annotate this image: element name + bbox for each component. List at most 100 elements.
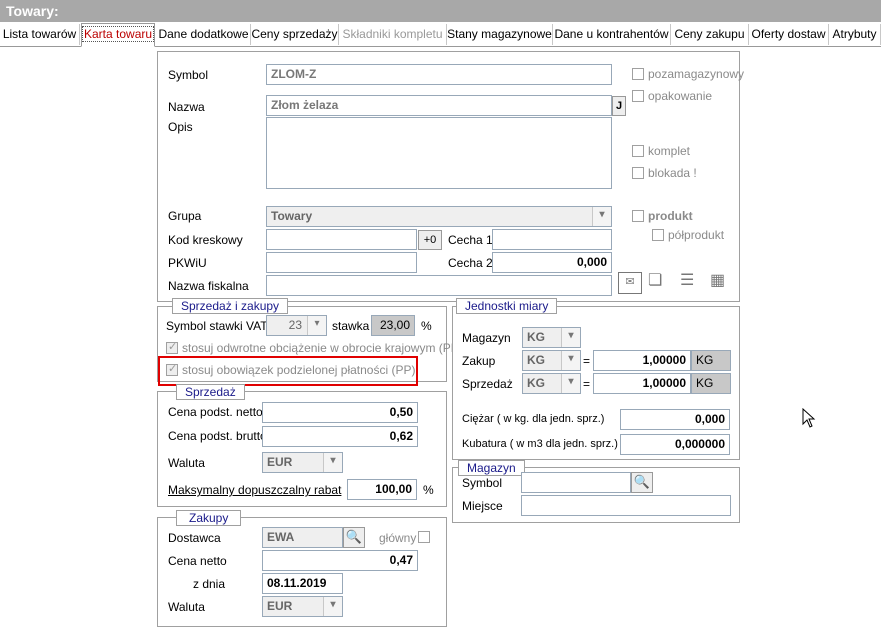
kod-kreskowy-label: Kod kreskowy	[168, 233, 243, 247]
jm-zakup-select[interactable]: KG ▾	[522, 350, 581, 371]
waluta-zakupy-select[interactable]: EUR ▾	[262, 596, 343, 617]
tab-lista-towarow[interactable]: Lista towarów	[0, 24, 80, 45]
miejsce-input[interactable]	[521, 495, 731, 516]
tab-stany-magazynowe[interactable]: Stany magazynowe	[447, 24, 553, 45]
symbol-input[interactable]: ZLOM-Z	[266, 64, 612, 85]
cena-netto-input[interactable]: 0,50	[262, 402, 418, 423]
rabat-percent: %	[423, 483, 434, 497]
produkt-checkbox[interactable]	[632, 210, 644, 222]
search-icon[interactable]: 🔍	[631, 472, 653, 493]
cecha2-label: Cecha 2	[448, 256, 493, 270]
tab-atrybuty[interactable]: Atrybuty	[829, 24, 881, 45]
polprodukt-label: półprodukt	[668, 228, 725, 242]
j-button[interactable]: J	[612, 96, 626, 116]
grupa-select[interactable]: Towary ▾	[266, 206, 612, 227]
kubatura-input[interactable]: 0,000000	[620, 434, 730, 455]
grupa-value: Towary	[271, 209, 313, 223]
glowny-label: główny	[379, 531, 417, 545]
cecha1-label: Cecha 1	[448, 233, 493, 247]
stawka-percent: %	[421, 319, 432, 333]
jm-sprzedaz-equals: =	[583, 377, 591, 391]
sprzedaz-zakupy-title: Sprzedaż i zakupy	[172, 298, 289, 314]
tab-skladniki-kompletu[interactable]: Składniki kompletu	[339, 24, 447, 45]
rabat-input[interactable]: 100,00	[347, 479, 417, 500]
cecha1-input[interactable]	[492, 229, 612, 250]
cecha2-input[interactable]: 0,000	[492, 252, 612, 273]
pozamagazynowy-checkbox[interactable]	[632, 68, 644, 80]
jm-magazyn-value: KG	[527, 330, 545, 344]
stawka-input: 23,00	[371, 315, 415, 336]
chevron-down-icon[interactable]: ▾	[307, 316, 326, 335]
tab-bar: Lista towarów Karta towaru Dane dodatkow…	[0, 23, 881, 47]
vat-label: Symbol stawki VAT	[166, 319, 268, 333]
cena-brutto-input[interactable]: 0,62	[262, 426, 418, 447]
waluta-zakupy-value: EUR	[267, 599, 293, 613]
list-document-icon[interactable]: ☰	[680, 270, 694, 290]
vat-value: 23	[288, 318, 302, 332]
kod-kreskowy-input[interactable]	[266, 229, 417, 250]
miejsce-label: Miejsce	[462, 499, 503, 513]
dostawca-input[interactable]: EWA	[262, 527, 343, 548]
sprzedaz-title: Sprzedaż	[176, 384, 245, 400]
magazyn-symbol-label: Symbol	[462, 476, 503, 490]
odwrotne-obciazenie-label: stosuj odwrotne obciążenie w obrocie kra…	[182, 341, 473, 355]
chevron-down-icon[interactable]: ▾	[592, 207, 611, 226]
tab-oferty-dostaw[interactable]: Oferty dostaw	[749, 24, 829, 45]
chevron-down-icon[interactable]: ▾	[323, 597, 342, 616]
cena-zakupu-label: Cena netto	[168, 554, 227, 568]
tab-dane-dodatkowe[interactable]: Dane dodatkowe	[157, 24, 251, 45]
zdnia-label: z dnia	[193, 577, 226, 591]
waluta-sprzedaz-label: Waluta	[168, 456, 205, 470]
waluta-sprzedaz-select[interactable]: EUR ▾	[262, 452, 343, 473]
chevron-down-icon[interactable]: ▾	[323, 453, 342, 472]
chevron-down-icon[interactable]: ▾	[561, 351, 580, 370]
jm-zakup-equals: =	[583, 354, 591, 368]
nazwa-fiskalna-input[interactable]	[266, 275, 612, 296]
opakowanie-checkbox[interactable]	[632, 90, 644, 102]
komplet-checkbox[interactable]	[632, 145, 644, 157]
chevron-down-icon[interactable]: ▾	[561, 374, 580, 393]
tab-ceny-zakupu[interactable]: Ceny zakupu	[671, 24, 749, 45]
magazyn-symbol-input[interactable]	[521, 472, 631, 493]
cena-brutto-label: Cena podst. brutto	[168, 429, 267, 443]
nazwa-fiskalna-label: Nazwa fiskalna	[168, 279, 249, 293]
ciezar-input[interactable]: 0,000	[620, 409, 730, 430]
jm-sprzedaz-unit: KG	[691, 373, 731, 394]
kubatura-label: Kubatura ( w m3 dla jedn. sprz.)	[462, 438, 618, 450]
zdnia-input[interactable]: 08.11.2019	[262, 573, 343, 594]
cena-netto-label: Cena podst. netto	[168, 405, 263, 419]
jm-zakup-value: KG	[527, 353, 545, 367]
grupa-label: Grupa	[168, 209, 202, 223]
kod-plus-button[interactable]: +0	[418, 230, 442, 250]
dostawca-label: Dostawca	[168, 531, 221, 545]
search-icon[interactable]: 🔍	[343, 527, 365, 548]
vat-select[interactable]: 23 ▾	[266, 315, 327, 336]
blokada-checkbox[interactable]	[632, 167, 644, 179]
chevron-down-icon[interactable]: ▾	[561, 328, 580, 347]
tab-karta-towaru[interactable]: Karta towaru	[81, 23, 155, 47]
polprodukt-checkbox[interactable]	[652, 229, 664, 241]
opis-textarea[interactable]	[266, 117, 612, 189]
glowny-checkbox[interactable]	[418, 531, 430, 543]
jm-zakup-unit: KG	[691, 350, 731, 371]
document-stack-icon[interactable]: ❏	[648, 270, 662, 290]
nazwa-label: Nazwa	[168, 100, 205, 114]
jm-zakup-factor[interactable]: 1,00000	[593, 350, 691, 371]
odwrotne-obciazenie-checkbox[interactable]	[166, 340, 178, 354]
jm-magazyn-select[interactable]: KG ▾	[522, 327, 581, 348]
opis-label: Opis	[168, 120, 193, 134]
pozamagazynowy-label: pozamagazynowy	[648, 67, 745, 81]
tab-karta-towaru-label: Karta towaru	[82, 26, 155, 42]
tab-ceny-sprzedazy[interactable]: Ceny sprzedaży	[251, 24, 339, 45]
fiscal-printer-icon[interactable]: ✉	[618, 272, 642, 294]
opakowanie-label: opakowanie	[648, 89, 713, 103]
jm-magazyn-label: Magazyn	[462, 331, 511, 345]
mouse-cursor-icon	[802, 408, 816, 428]
tab-dane-u-kontrahentow[interactable]: Dane u kontrahentów	[553, 24, 671, 45]
cena-zakupu-input[interactable]: 0,47	[262, 550, 418, 571]
nazwa-input[interactable]: Złom żelaza	[266, 95, 612, 116]
table-document-icon[interactable]: ▦	[710, 270, 725, 290]
jm-sprzedaz-factor[interactable]: 1,00000	[593, 373, 691, 394]
pkwiu-input[interactable]	[266, 252, 417, 273]
jm-sprzedaz-select[interactable]: KG ▾	[522, 373, 581, 394]
